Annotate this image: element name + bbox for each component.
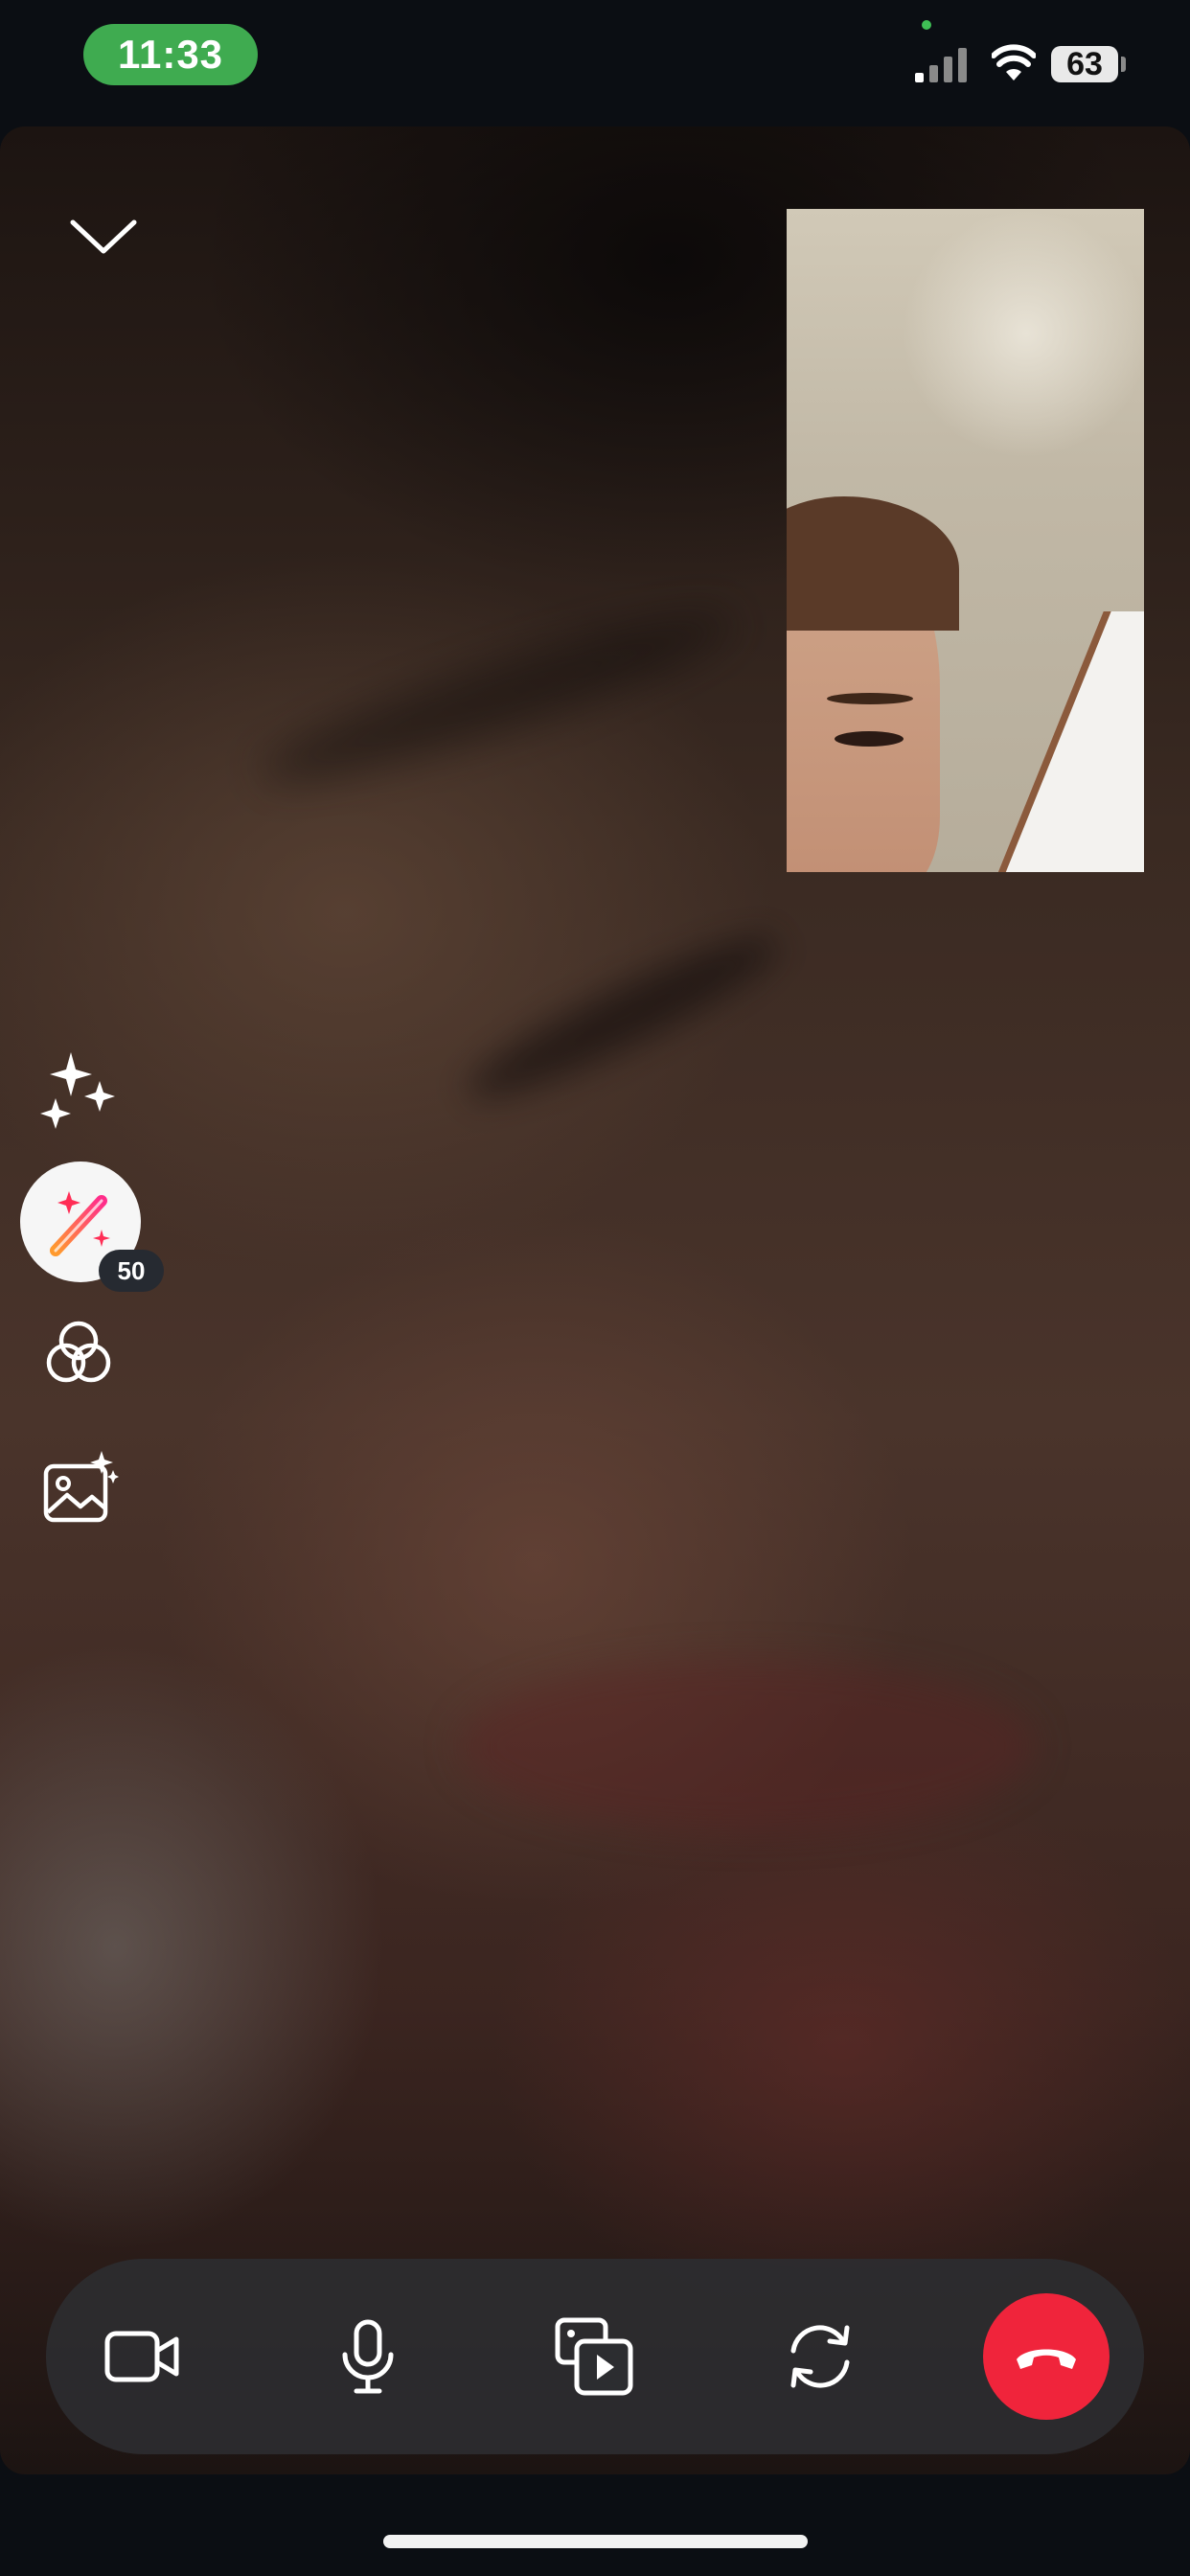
camera-indicator-dot (922, 20, 931, 30)
self-video-hair (787, 496, 959, 631)
self-video-eye (835, 731, 904, 747)
flip-camera-button[interactable] (772, 2309, 868, 2404)
wifi-icon (992, 44, 1036, 80)
video-toggle-button[interactable] (94, 2309, 190, 2404)
battery-nub (1121, 57, 1126, 72)
status-bar: 11:33 63 (0, 0, 1190, 126)
magic-wand-button[interactable]: 50 (20, 1162, 164, 1292)
status-time[interactable]: 11:33 (83, 24, 258, 85)
self-video-door (972, 611, 1144, 872)
sparkles-icon[interactable] (38, 1048, 119, 1129)
end-call-icon (1017, 2349, 1076, 2369)
video-shade (455, 916, 790, 1119)
home-indicator[interactable] (383, 2535, 808, 2548)
flip-camera-icon (790, 2325, 850, 2388)
color-filters-icon[interactable] (42, 1317, 115, 1390)
self-video-brow (827, 693, 913, 704)
end-call-button[interactable] (983, 2293, 1110, 2420)
microphone-icon (342, 2319, 394, 2394)
call-control-bar (46, 2259, 1144, 2454)
sparkle-image-icon[interactable] (42, 1449, 119, 1526)
effects-count-badge: 50 (99, 1250, 164, 1292)
video-shade (460, 1660, 1035, 1832)
video-camera-icon (104, 2331, 179, 2382)
self-video-wall-light (902, 209, 1144, 458)
media-share-button[interactable] (546, 2309, 642, 2404)
chevron-down-icon[interactable] (67, 213, 140, 263)
cellular-signal-icon (915, 48, 967, 82)
magic-wand-icon (50, 1191, 110, 1256)
self-video-preview[interactable] (787, 209, 1144, 872)
video-shade (250, 587, 746, 806)
mute-button[interactable] (320, 2309, 416, 2404)
battery-indicator: 63 (1051, 46, 1118, 82)
media-share-icon (555, 2317, 633, 2396)
